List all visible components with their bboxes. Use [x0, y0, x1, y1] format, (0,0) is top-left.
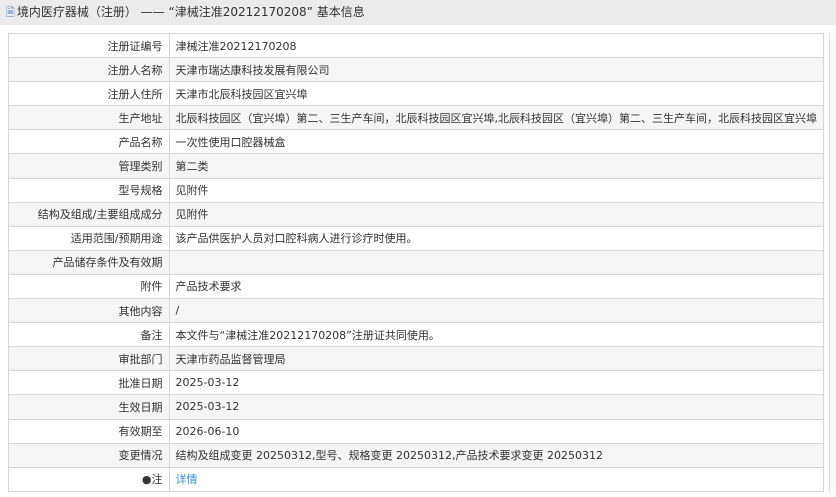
- field-value: 见附件: [169, 177, 824, 203]
- field-label: 备注: [8, 322, 170, 347]
- table-row: 批准日期 2025-03-12: [8, 370, 824, 395]
- field-value: 2026-06-10: [169, 418, 824, 444]
- field-value: 一次性使用口腔器械盒: [169, 129, 824, 154]
- field-label: 管理类别: [8, 153, 170, 179]
- table-row: 附件 产品技术要求: [8, 273, 824, 299]
- table-row: 变更情况 结构及组成变更 20250312,型号、规格变更 20250312,产品…: [8, 442, 824, 468]
- field-value: 天津市药品监督管理局: [169, 346, 824, 371]
- field-value: 天津市瑞达康科技发展有限公司: [169, 57, 824, 82]
- field-value: 见附件: [169, 201, 824, 227]
- field-label: 生效日期: [8, 394, 170, 419]
- table-row: 其他内容 /: [8, 298, 824, 323]
- table-row: 适用范围/预期用途 该产品供医护人员对口腔科病人进行诊疗时使用。: [8, 225, 824, 251]
- info-table: 注册证编号 津械注准20212170208 注册人名称 天津市瑞达康科技发展有限公司注…: [8, 32, 824, 492]
- field-label: 变更情况: [8, 442, 170, 468]
- field-label: 批准日期: [8, 370, 170, 395]
- table-row: 生效日期 2025-03-12: [8, 394, 824, 419]
- field-value: 北辰科技园区（宜兴埠）第二、三生产车间，北辰科技园区宜兴埠,北辰科技园区（宜兴埠…: [169, 105, 824, 130]
- pin-icon: ●: [141, 473, 152, 487]
- table-row: 结构及组成/主要组成成分 见附件: [8, 201, 824, 227]
- field-label: 注册人名称: [8, 57, 170, 82]
- table-row: ●注 详情: [8, 466, 824, 492]
- table-row: 有效期至 2026-06-10: [8, 418, 824, 444]
- details-link[interactable]: 详情: [176, 473, 198, 486]
- field-label: 结构及组成/主要组成成分: [8, 201, 170, 227]
- page-title: 境内医疗器械（注册） —— “津械注准20212170208” 基本信息: [16, 5, 365, 19]
- table-row: 产品名称 一次性使用口腔器械盒: [8, 129, 824, 154]
- page-header: 🗎 境内医疗器械（注册） —— “津械注准20212170208” 基本信息: [0, 0, 836, 25]
- field-label: 注册证编号: [8, 32, 170, 58]
- table-row: 注册人名称 天津市瑞达康科技发展有限公司: [8, 57, 824, 82]
- note-label: 注: [151, 473, 163, 487]
- field-label: 生产地址: [8, 105, 170, 130]
- field-label: 产品名称: [8, 129, 170, 154]
- field-label: 注册人住所: [8, 81, 170, 106]
- field-label: 附件: [8, 273, 170, 299]
- table-row: 审批部门 天津市药品监督管理局: [8, 346, 824, 371]
- table-row: 备注 本文件与“津械注准20212170208”注册证共同使用。: [8, 322, 824, 347]
- field-label: 型号规格: [8, 177, 170, 203]
- table-row: 注册人住所 天津市北辰科技园区宜兴埠: [8, 81, 824, 106]
- table-row: 型号规格 见附件: [8, 177, 824, 203]
- field-value: 本文件与“津械注准20212170208”注册证共同使用。: [169, 322, 824, 347]
- table-row: 产品储存条件及有效期: [8, 249, 824, 275]
- field-label: 其他内容: [8, 298, 170, 323]
- field-value: 结构及组成变更 20250312,型号、规格变更 20250312,产品技术要求…: [169, 442, 824, 468]
- field-label: 产品储存条件及有效期: [8, 249, 170, 275]
- field-value: 产品技术要求: [169, 273, 824, 299]
- field-label: 适用范围/预期用途: [8, 225, 170, 251]
- table-row: 管理类别 第二类: [8, 153, 824, 179]
- field-label: 有效期至: [8, 418, 170, 444]
- scrollbar[interactable]: [829, 33, 836, 493]
- field-value: 津械注准20212170208: [169, 32, 824, 58]
- field-label: 审批部门: [8, 346, 170, 371]
- field-value: /: [169, 298, 824, 323]
- table-row: 生产地址 北辰科技园区（宜兴埠）第二、三生产车间，北辰科技园区宜兴埠,北辰科技园区…: [8, 105, 824, 130]
- document-icon: 🗎: [6, 6, 15, 19]
- field-label: ●注: [8, 466, 170, 492]
- field-value: 2025-03-12: [169, 394, 824, 419]
- field-value: [169, 249, 824, 275]
- field-value: 该产品供医护人员对口腔科病人进行诊疗时使用。: [169, 225, 824, 251]
- field-value: 2025-03-12: [169, 370, 824, 395]
- field-value: 第二类: [169, 153, 824, 179]
- field-value: 天津市北辰科技园区宜兴埠: [169, 81, 824, 106]
- table-row: 注册证编号 津械注准20212170208: [8, 32, 824, 58]
